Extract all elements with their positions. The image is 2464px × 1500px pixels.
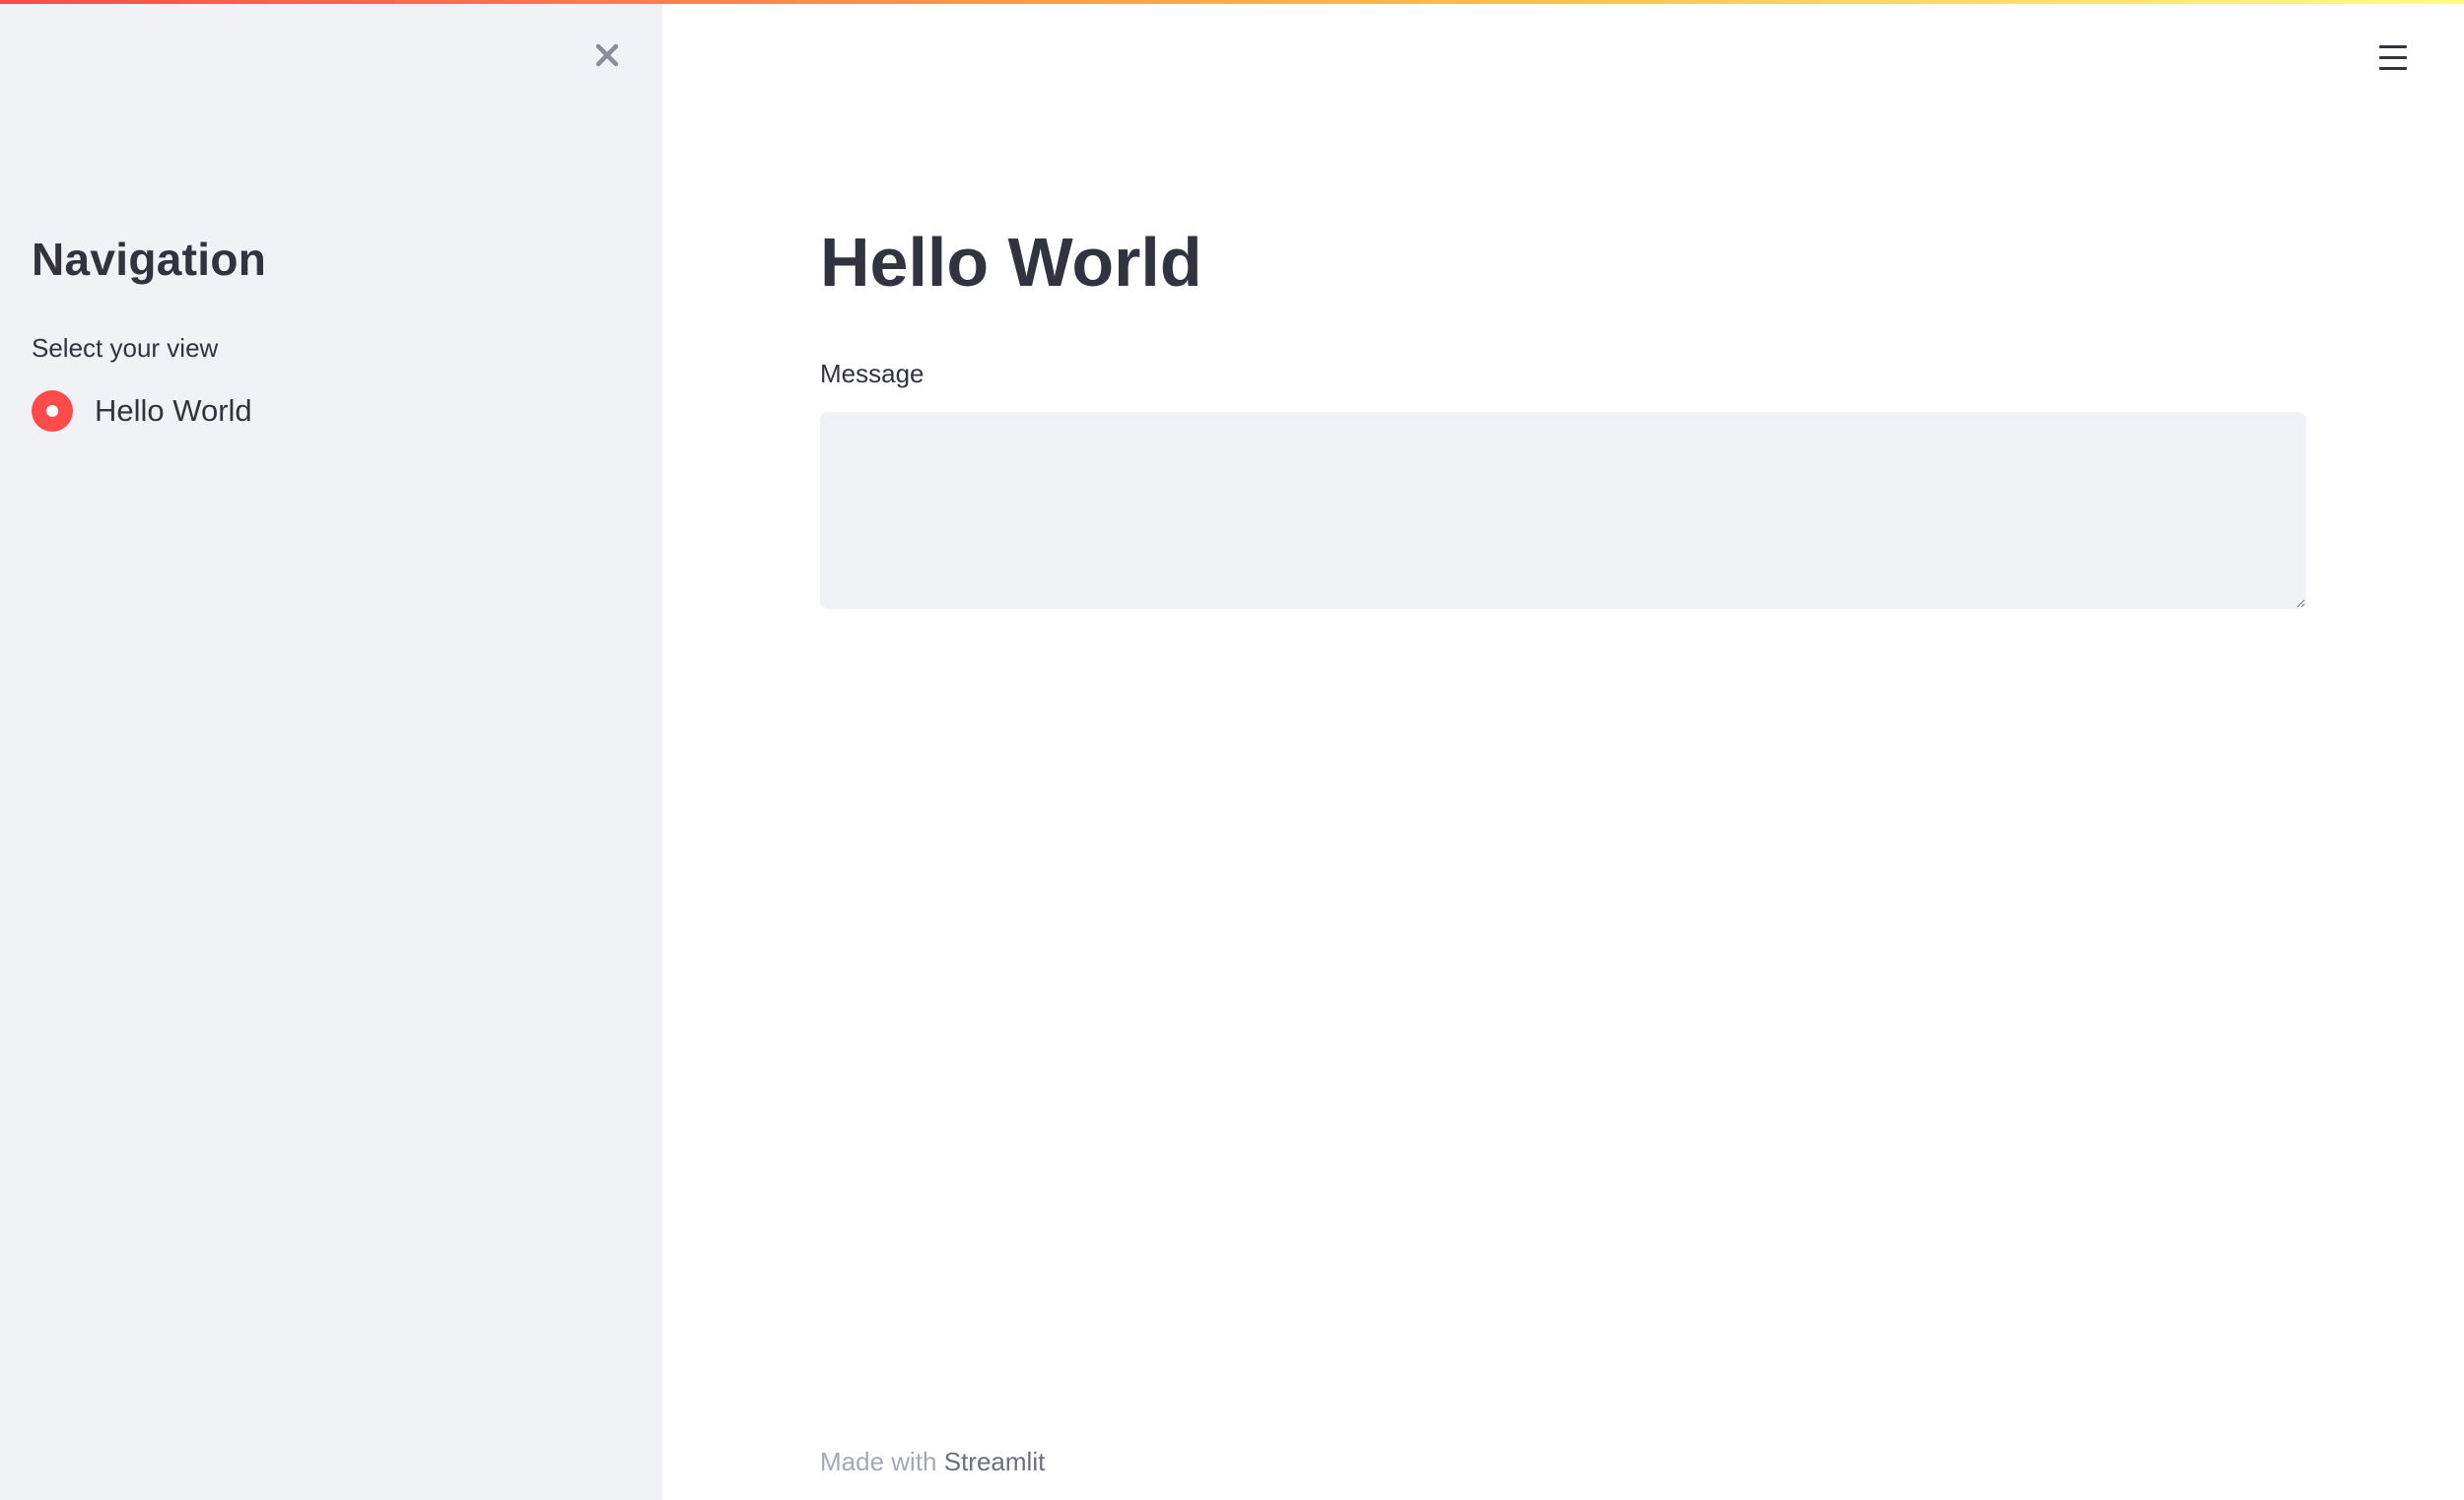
message-field-label: Message	[820, 359, 924, 388]
hamburger-menu-icon	[2379, 44, 2407, 48]
footer-prefix: Made with	[820, 1447, 944, 1476]
message-textarea[interactable]	[820, 412, 2306, 609]
sidebar-title: Navigation	[32, 234, 267, 285]
radio-option-hello-world[interactable]: Hello World	[32, 390, 252, 432]
radio-selected-icon[interactable]	[32, 390, 73, 432]
footer: Made with Streamlit	[820, 1447, 1045, 1477]
radio-dot-inner	[46, 405, 58, 417]
sidebar: Navigation Select your view Hello World	[0, 0, 662, 1500]
hamburger-menu-icon-bar	[2379, 66, 2407, 70]
page-title: Hello World	[820, 224, 1202, 301]
view-radio-label: Select your view	[32, 333, 219, 363]
main-menu-button[interactable]	[2369, 35, 2417, 79]
sidebar-close-button[interactable]	[587, 35, 627, 75]
close-icon	[595, 43, 619, 67]
streamlit-link[interactable]: Streamlit	[944, 1447, 1046, 1476]
top-decoration-bar	[0, 0, 2464, 4]
radio-option-label: Hello World	[95, 393, 252, 428]
hamburger-menu-icon-bar	[2379, 55, 2407, 59]
